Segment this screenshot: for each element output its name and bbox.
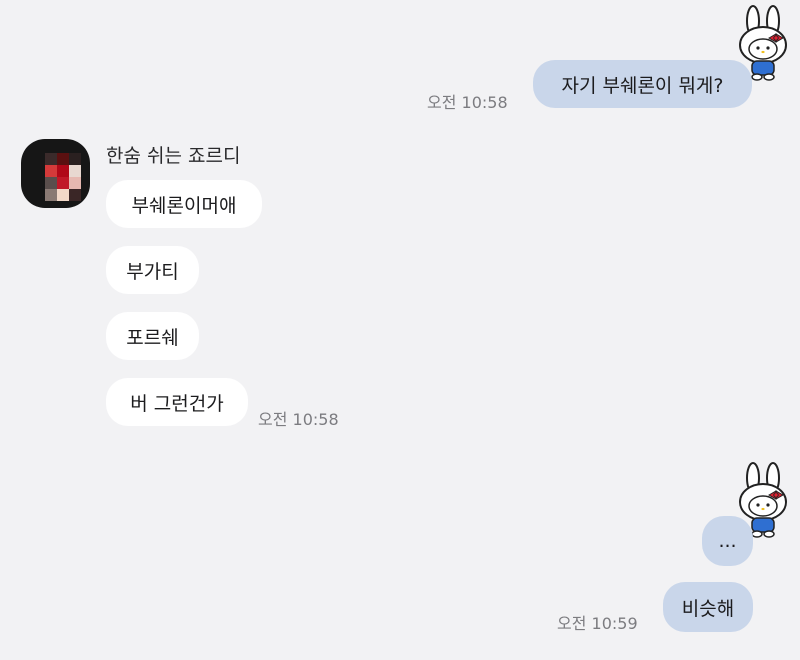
outgoing-ellipsis-text: ... (718, 530, 737, 552)
outgoing-reply-time: 오전 10:59 (557, 614, 638, 633)
incoming-message-text: 포르쉐 (126, 326, 179, 349)
outgoing-message-text: 자기 부쉐론이 뭐게? (561, 74, 724, 97)
incoming-message-bubble[interactable]: 포르쉐 (106, 312, 199, 360)
outgoing-message-bubble[interactable]: 자기 부쉐론이 뭐게? (533, 60, 752, 108)
incoming-message-bubble[interactable]: 부가티 (106, 246, 199, 294)
pixelated-profile-avatar[interactable] (21, 139, 90, 208)
incoming-message-text: 버 그런건가 (130, 392, 224, 415)
incoming-message-bubble[interactable]: 부쉐론이머애 (106, 180, 262, 228)
outgoing-ellipsis-bubble[interactable]: ... (702, 516, 753, 566)
incoming-message-bubble[interactable]: 버 그런건가 (106, 378, 248, 426)
incoming-message-text: 부가티 (126, 260, 179, 283)
outgoing-reply-bubble[interactable]: 비슷해 (663, 582, 753, 632)
incoming-message-text: 부쉐론이머애 (131, 194, 237, 217)
outgoing-reply-text: 비슷해 (681, 597, 735, 620)
outgoing-question-time: 오전 10:58 (427, 93, 508, 112)
sender-name: 한숨 쉬는 죠르디 (106, 145, 241, 167)
incoming-last-time: 오전 10:58 (258, 410, 339, 429)
